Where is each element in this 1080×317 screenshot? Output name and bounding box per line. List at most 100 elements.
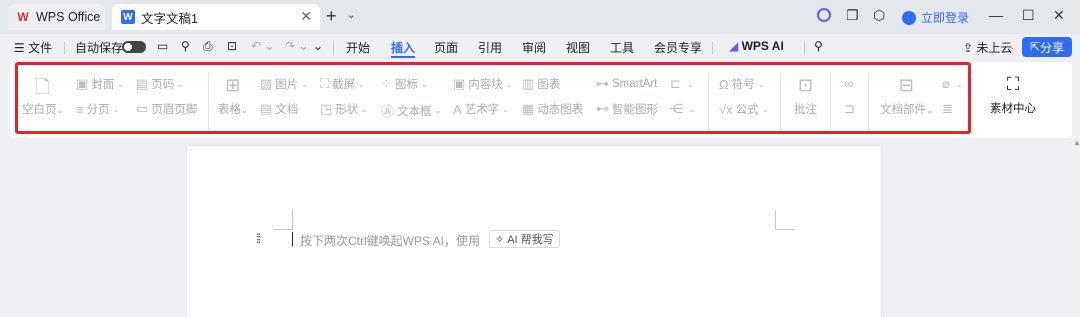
comment-icon: ⊡: [797, 75, 814, 95]
chart-button[interactable]: ▥ 图表: [522, 76, 560, 92]
smart-graphic-icon: ⊷: [596, 101, 609, 116]
screenshot-icon: ⛶: [320, 76, 330, 91]
formula-button[interactable]: √x 公式 ⌄: [719, 101, 768, 117]
ai-hint-text: 按下两次Ctrl键唤起WPS AI，使用: [300, 234, 481, 248]
icon-library-icon: ⁘: [381, 76, 392, 91]
drag-handle-icon[interactable]: ⁞⁞: [256, 231, 261, 246]
scroll-up-icon[interactable]: ▲: [1073, 138, 1080, 147]
dynamic-chart-button[interactable]: ▦ 动态图表: [522, 101, 583, 117]
ai-write-button[interactable]: ✧ AI 帮我写: [489, 230, 560, 248]
autosave-label: 自动保存: [75, 41, 124, 55]
bookmark-icon: ⊐: [844, 101, 855, 116]
picture-icon: ▨: [260, 76, 273, 91]
page-break-button[interactable]: ≡ 分页 ⌄: [76, 101, 119, 117]
table-icon: ⊞: [225, 75, 241, 95]
blank-page-button[interactable]: 🗋 空白页⌄: [22, 75, 63, 117]
tab-view[interactable]: 视图: [566, 39, 590, 56]
share-button[interactable]: ⇱ 分享: [1022, 37, 1072, 57]
smart-graphic-button[interactable]: ⊷ 智能图形: [596, 101, 658, 117]
autosave-toggle[interactable]: [122, 41, 146, 53]
print-preview-icon[interactable]: ⊡: [227, 39, 237, 53]
tab-document[interactable]: W 文字文稿1 ✕: [112, 4, 320, 30]
window-switch-icon[interactable]: ❐: [846, 7, 859, 24]
attachment-button[interactable]: ⌀ ⌄: [942, 76, 963, 92]
mindmap-icon: ⋲: [670, 101, 683, 116]
wps-ai-button[interactable]: ◢ WPS AI: [729, 39, 784, 53]
document-button[interactable]: ▤ 文档: [260, 101, 298, 117]
textbox-button[interactable]: Ⓐ 文本框 ⌄: [381, 101, 441, 120]
comment-button[interactable]: ⊡ 批注: [794, 75, 817, 117]
tab-label: 文字文稿1: [141, 11, 198, 26]
cloud-button[interactable]: ⇪ 未上云: [963, 39, 1012, 56]
ai-sparkle-icon: ✧: [495, 233, 505, 246]
login-button[interactable]: 立即登录: [902, 9, 969, 26]
active-tab-underline: [391, 56, 415, 58]
maximize-icon[interactable]: ☐: [1022, 7, 1035, 24]
redo-icon[interactable]: ↷ ⌄: [285, 39, 308, 53]
dynamic-chart-icon: ▦: [522, 101, 535, 116]
writer-logo-icon: W: [121, 10, 135, 24]
search-icon[interactable]: ⚲: [814, 39, 823, 53]
tab-member[interactable]: 会员专享: [654, 39, 702, 56]
minimize-icon[interactable]: —: [989, 7, 1003, 23]
flowchart-button[interactable]: ⊏ ⌄: [670, 76, 694, 92]
tab-page[interactable]: 页面: [434, 39, 458, 56]
blank-page-icon: 🗋: [35, 77, 50, 97]
icon-library-button[interactable]: ⁘ 图标 ⌄: [381, 76, 428, 92]
attachment-icon: ⌀: [942, 76, 950, 91]
more-chevron-icon[interactable]: ⌄: [313, 39, 323, 53]
symbol-button[interactable]: Ω 符号 ⌄: [719, 76, 764, 92]
text-field-button[interactable]: ≣: [942, 101, 956, 117]
page-number-button[interactable]: ▤ 页码 ⌄: [136, 76, 184, 92]
chevron-down-icon[interactable]: ⌄: [347, 10, 355, 21]
shape-icon: ◳: [320, 101, 333, 116]
vertical-scrollbar[interactable]: [1072, 138, 1080, 317]
header-footer-button[interactable]: ▭ 页眉页脚: [136, 101, 197, 117]
tab-wps-office[interactable]: W WPS Office: [8, 4, 105, 30]
tab-tools[interactable]: 工具: [610, 39, 634, 56]
content-block-button[interactable]: ▣ 内容块 ⌄: [453, 76, 513, 92]
screenshot-button[interactable]: ⛶ 截屏 ⌄: [320, 76, 365, 92]
share-link-icon[interactable]: ⚲: [181, 39, 190, 53]
cube-icon[interactable]: ⬡: [873, 7, 885, 24]
file-menu[interactable]: ☰ 文件: [14, 39, 52, 56]
print-icon[interactable]: ⎙: [203, 39, 213, 54]
picture-button[interactable]: ▨ 图片 ⌄: [260, 76, 308, 92]
doc-parts-button[interactable]: ⊟ 文档部件⌄: [880, 75, 933, 117]
new-tab-icon[interactable]: +: [326, 6, 337, 27]
close-tab-icon[interactable]: ✕: [300, 8, 312, 25]
shape-button[interactable]: ◳ 形状 ⌄: [320, 101, 368, 117]
smartart-button[interactable]: ⊶ SmartArt: [596, 76, 657, 92]
page-break-icon: ≡: [76, 101, 84, 117]
omega-icon: Ω: [719, 76, 729, 92]
text-cursor: [292, 232, 293, 246]
cover-icon: ▣: [76, 76, 89, 91]
tab-reference[interactable]: 引用: [478, 39, 502, 56]
tab-review[interactable]: 审阅: [522, 39, 546, 56]
title-bar: W WPS Office W 文字文稿1 ✕ + ⌄ ❐ ⬡ 立即登录 — ☐ …: [0, 0, 1080, 34]
bookmark-button[interactable]: ⊐: [844, 101, 858, 117]
mindmap-button[interactable]: ⋲ ⌄: [670, 101, 696, 117]
page-number-icon: ▤: [136, 76, 149, 91]
content-block-icon: ▣: [453, 76, 466, 91]
formula-icon: √x: [719, 101, 733, 117]
save-icon[interactable]: ▭: [157, 39, 168, 53]
wps-ai-icon: ◢: [729, 39, 742, 53]
cover-button[interactable]: ▣ 封面 ⌄: [76, 76, 124, 92]
undo-icon[interactable]: ↶ ⌄: [251, 39, 274, 53]
tab-label: WPS Office: [36, 10, 101, 24]
doc-parts-icon: ⊟: [898, 75, 914, 95]
document-icon: ▤: [260, 101, 273, 116]
header-footer-icon: ▭: [136, 101, 149, 116]
chart-icon: ▥: [522, 76, 535, 91]
hyperlink-button[interactable]: ∞: [844, 76, 856, 91]
close-window-icon[interactable]: ✕: [1053, 7, 1065, 24]
avatar-icon: [902, 10, 916, 25]
table-button[interactable]: ⊞ 表格⌄: [218, 75, 248, 117]
art-text-button[interactable]: A 艺术字 ⌄: [453, 101, 509, 117]
tab-insert[interactable]: 插入: [391, 39, 415, 56]
material-center-button[interactable]: ⛶ 素材中心: [986, 74, 1040, 116]
smartart-icon: ⊶: [596, 76, 609, 91]
tab-home[interactable]: 开始: [346, 39, 370, 56]
ai-assistant-icon[interactable]: [817, 8, 831, 22]
